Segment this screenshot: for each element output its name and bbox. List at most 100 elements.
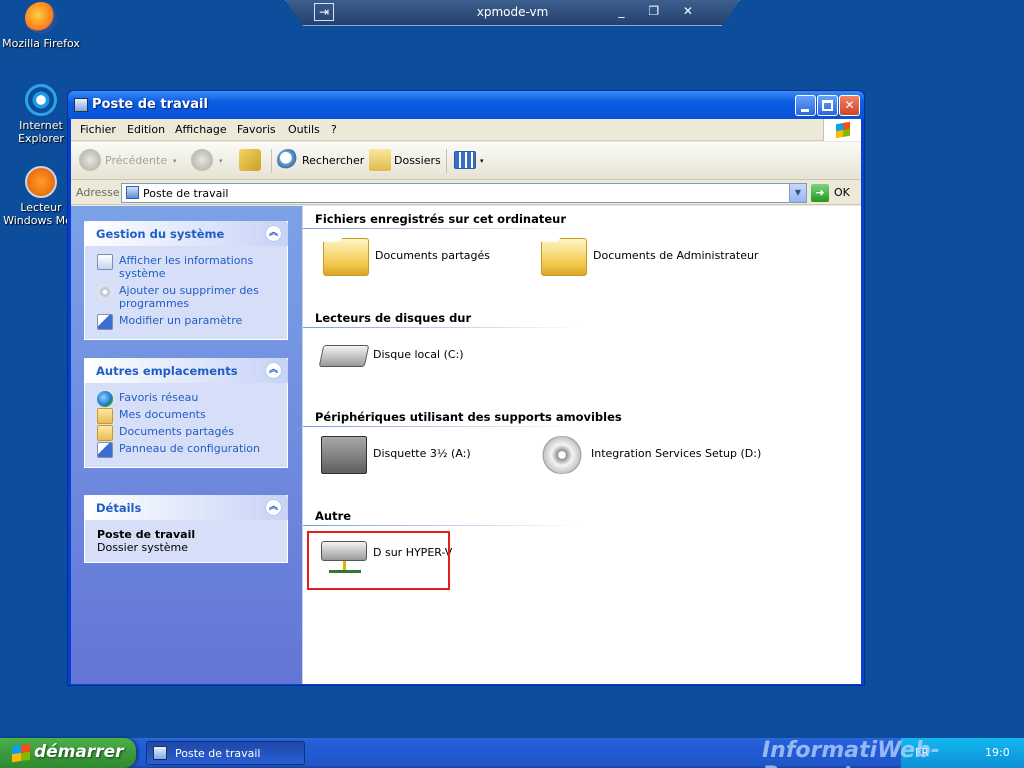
go-arrow-icon: ➜ [811,184,829,202]
window-titlebar[interactable]: Poste de travail ✕ [68,91,864,119]
search-button[interactable]: Rechercher [277,149,364,173]
task-pane: Gestion du système ︽ Afficher les inform… [71,206,302,684]
windows-logo [823,119,861,141]
address-value: Poste de travail [143,187,229,200]
views-button[interactable]: ▾ [454,149,488,173]
toolbar-separator [271,149,272,173]
file-view: Fichiers enregistrés sur cet ordinateur … [302,206,861,684]
control-panel-icon [97,314,113,330]
maximize-button[interactable] [817,95,838,116]
window-title: Poste de travail [92,97,208,112]
panel-header[interactable]: Gestion du système ︽ [84,221,288,246]
media-player-icon [25,166,57,198]
chevron-down-icon[interactable]: ▾ [173,149,177,173]
group-header: Lecteurs de disques dur [315,311,472,325]
panel-title: Autres emplacements [96,364,238,378]
windows-flag-icon [12,743,30,763]
collapse-icon[interactable]: ︽ [265,225,282,242]
panel-details: Détails ︽ Poste de travail Dossier systè… [84,495,288,563]
place-link-control-panel[interactable]: Panneau de configuration [97,442,277,458]
computer-icon [126,186,139,199]
menu-fichier[interactable]: Fichier [80,123,116,136]
group-header: Autre [315,509,352,523]
place-link-label: Mes documents [119,408,206,421]
details-name: Poste de travail [97,528,196,541]
panel-header[interactable]: Autres emplacements ︽ [84,358,288,383]
folder-icon [541,238,587,276]
toolbar-separator [446,149,447,173]
menu-outils[interactable]: Outils [288,123,320,136]
place-link-label: Favoris réseau [119,391,199,404]
views-icon [454,151,476,169]
chevron-down-icon[interactable]: ▾ [219,149,223,173]
chevron-down-icon: ▾ [480,157,484,165]
standard-toolbar: Précédente ▾ ▾ Rechercher Dossiers ▾ [71,142,861,180]
item-label: Integration Services Setup (D:) [591,447,762,460]
minimize-button[interactable] [795,95,816,116]
folder-icon [97,425,113,441]
address-label: Adresse [76,186,120,199]
computer-icon [153,746,167,760]
details-type: Dossier système [97,541,189,554]
menu-help[interactable]: ? [331,123,337,136]
go-button[interactable]: ➜ OK [811,183,850,203]
menu-edition[interactable]: Edition [127,123,165,136]
internet-explorer-icon [25,84,57,116]
panel-title: Gestion du système [96,227,225,241]
explorer-window: Poste de travail ✕ Fichier Edition Affic… [67,90,865,686]
close-button[interactable]: ✕ [839,95,860,116]
folders-button[interactable]: Dossiers [369,149,441,173]
go-label: OK [834,186,850,199]
windows-flag-icon [836,121,850,139]
search-label: Rechercher [302,154,365,167]
group-divider [303,228,583,229]
add-remove-programs-icon [97,284,113,300]
menu-favoris[interactable]: Favoris [237,123,276,136]
address-dropdown-button[interactable]: ▼ [789,184,806,202]
collapse-icon[interactable]: ︽ [265,499,282,516]
control-panel-icon [97,442,113,458]
search-icon [277,149,299,171]
group-divider [303,327,583,328]
panel-header[interactable]: Détails ︽ [84,495,288,520]
remote-window-controls[interactable]: _ ❐ ✕ [619,4,703,18]
firefox-icon [25,2,57,34]
desktop-icon-firefox[interactable]: Mozilla Firefox [1,2,81,50]
panel-system-tasks: Gestion du système ︽ Afficher les inform… [84,221,288,340]
network-places-icon [97,391,113,407]
task-link-system-info[interactable]: Afficher les informations système [97,254,277,280]
remote-connection-bar: ⇥ xpmode-vm _ ❐ ✕ [285,0,740,26]
address-input[interactable]: Poste de travail ▼ [121,183,807,203]
item-label: Documents partagés [375,249,490,262]
place-link-network[interactable]: Favoris réseau [97,391,277,407]
task-link-change-setting[interactable]: Modifier un paramètre [97,314,277,330]
maximize-icon [822,100,833,111]
start-label: démarrer [34,742,124,762]
back-label: Précédente [105,154,168,167]
my-documents-icon [97,408,113,424]
task-link-label: Ajouter ou supprimer des programmes [119,284,259,310]
group-divider [303,426,583,427]
task-link-label: Afficher les informations système [119,254,254,280]
minimize-icon [801,109,809,112]
collapse-icon[interactable]: ︽ [265,362,282,379]
item-label: Documents de Administrateur [593,249,759,262]
cd-drive-icon [539,436,585,474]
up-folder-button[interactable] [239,149,265,173]
start-button[interactable]: démarrer [0,738,136,768]
place-link-my-documents[interactable]: Mes documents [97,408,277,424]
taskbar-button-explorer[interactable]: Poste de travail [146,741,305,765]
place-link-shared-documents[interactable]: Documents partagés [97,425,277,441]
panel-other-places: Autres emplacements ︽ Favoris réseau Mes… [84,358,288,468]
place-link-label: Panneau de configuration [119,442,261,455]
folder-icon [323,238,369,276]
task-link-add-remove-programs[interactable]: Ajouter ou supprimer des programmes [97,284,277,310]
menu-affichage[interactable]: Affichage [175,123,227,136]
desktop-icon-label: Mozilla Firefox [2,37,80,50]
back-button[interactable]: Précédente ▾ [79,149,177,173]
forward-button[interactable]: ▾ [191,149,231,173]
group-header: Fichiers enregistrés sur cet ordinateur [315,212,567,226]
task-link-label: Modifier un paramètre [119,314,243,327]
window-client-area: Fichier Edition Affichage Favoris Outils… [71,119,861,684]
folder-up-icon [239,149,261,171]
